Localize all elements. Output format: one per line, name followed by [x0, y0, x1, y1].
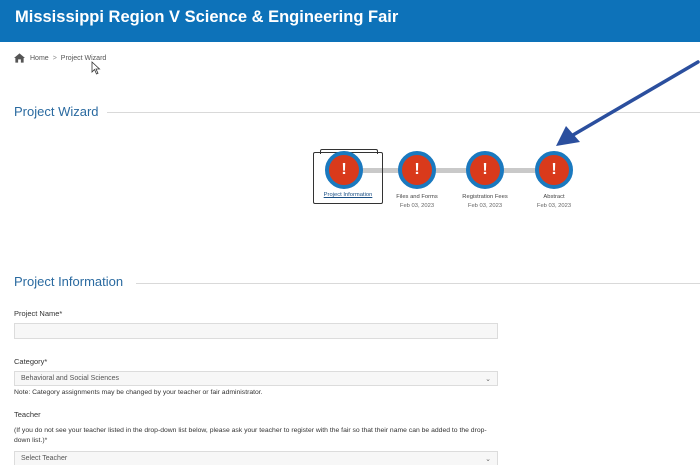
category-select[interactable]: Behavioral and Social Sciences ⌄ [14, 371, 498, 386]
step-alert-icon: ! [325, 151, 363, 189]
category-label: Category* [14, 357, 48, 366]
chevron-down-icon: ⌄ [485, 375, 491, 383]
project-info-heading-divider [136, 283, 700, 284]
wizard-step-date: Feb 03, 2023 [536, 203, 572, 209]
step-alert-icon: ! [535, 151, 573, 189]
category-note: Note: Category assignments may be change… [14, 389, 263, 396]
wizard-step-label[interactable]: Project Information [314, 192, 382, 198]
wizard-step-date: Feb 03, 2023 [399, 203, 435, 209]
category-selected-value: Behavioral and Social Sciences [21, 375, 120, 382]
chevron-down-icon: ⌄ [485, 455, 491, 463]
teacher-note: (If you do not see your teacher listed i… [14, 427, 487, 444]
wizard-step-project-information[interactable]: ! Project Information [313, 149, 383, 204]
step-alert-icon: ! [466, 151, 504, 189]
project-wizard-steps: ! Project Information ! Files and Forms … [0, 0, 700, 240]
wizard-step-label: Registration Fees [462, 194, 508, 200]
teacher-select[interactable]: Select Teacher ⌄ [14, 451, 498, 465]
wizard-step-label: Abstract [543, 194, 565, 200]
project-name-label: Project Name* [14, 309, 63, 318]
teacher-label: Teacher [14, 410, 41, 419]
project-name-input[interactable] [14, 323, 498, 339]
project-info-heading: Project Information [14, 274, 132, 289]
teacher-placeholder: Select Teacher [21, 455, 68, 462]
wizard-step-date: Feb 03, 2023 [467, 203, 503, 209]
step-alert-icon: ! [398, 151, 436, 189]
wizard-step-label: Files and Forms [396, 194, 438, 200]
